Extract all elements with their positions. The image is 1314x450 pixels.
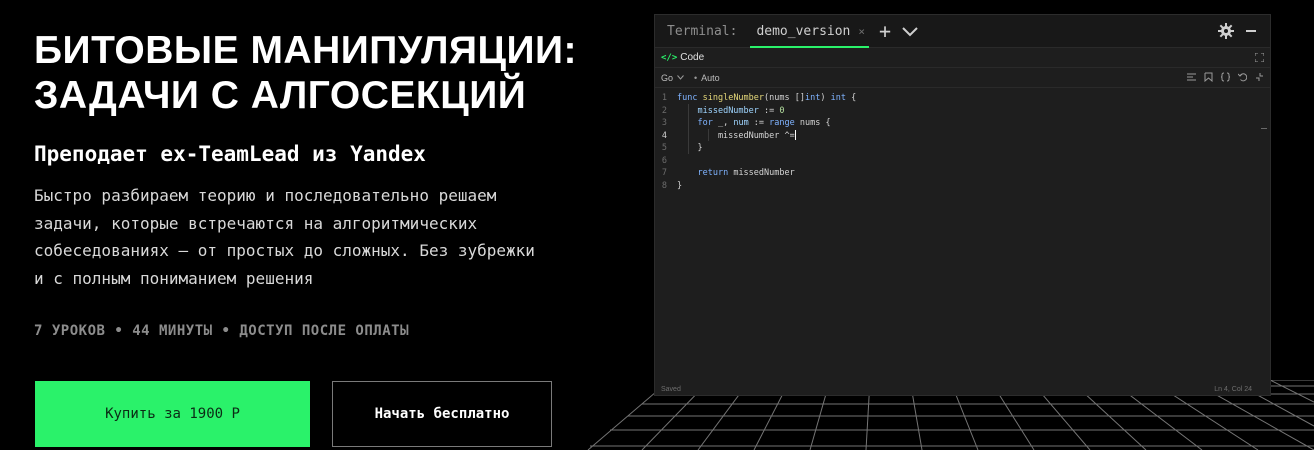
- code-editor[interactable]: 1 func singleNumber(nums []int) int { 2 …: [655, 88, 1270, 192]
- code-line: 7 return missedNumber: [661, 168, 795, 178]
- list-icon[interactable]: [1187, 72, 1196, 82]
- code-line: 2 missedNumber := 0: [661, 105, 785, 116]
- code-line-active: 4 missedNumber ^=: [661, 130, 796, 141]
- buy-button[interactable]: Купить за 1900 Р: [35, 381, 310, 447]
- code-line: 5 }: [661, 143, 703, 153]
- indent-guide: [708, 129, 709, 141]
- start-free-button[interactable]: Начать бесплатно: [332, 381, 552, 447]
- page-title: БИТОВЫЕ МАНИПУЛЯЦИИ: ЗАДАЧИ С АЛГОСЕКЦИЙ: [34, 28, 614, 118]
- editor-statusbar: Saved Ln 4, Col 24: [655, 383, 1270, 395]
- braces-icon[interactable]: [1221, 72, 1230, 82]
- editor-actions: [1187, 72, 1264, 82]
- language-select[interactable]: Go: [661, 73, 673, 83]
- indent-guide: [688, 104, 689, 154]
- format-mode[interactable]: Auto: [694, 73, 720, 83]
- title-line-1: БИТОВЫЕ МАНИПУЛЯЦИИ:: [34, 29, 578, 72]
- chevron-down-icon[interactable]: [901, 24, 919, 38]
- terminal-window: Terminal: demo_version × + </> Code Go •…: [654, 14, 1271, 396]
- instructor-subtitle: Преподает ex-TeamLead из Yandex: [34, 142, 426, 166]
- bookmark-icon[interactable]: [1204, 72, 1213, 82]
- code-line: 8 }: [661, 180, 683, 191]
- hero-section: БИТОВЫЕ МАНИПУЛЯЦИИ: ЗАДАЧИ С АЛГОСЕКЦИЙ…: [34, 28, 614, 292]
- terminal-label: Terminal:: [667, 23, 738, 39]
- code-line: 1 func singleNumber(nums []int) int {: [661, 93, 857, 103]
- collapse-icon[interactable]: [1255, 72, 1264, 82]
- tab-label: demo_version: [756, 23, 851, 39]
- title-line-2: ЗАДАЧИ С АЛГОСЕКЦИЙ: [34, 74, 527, 117]
- chevron-down-icon[interactable]: [677, 75, 684, 80]
- saved-status: Saved: [661, 385, 681, 393]
- text-cursor: [794, 130, 796, 140]
- close-icon[interactable]: ×: [858, 25, 865, 38]
- undo-icon[interactable]: [1238, 72, 1247, 82]
- scrollbar-marker[interactable]: [1261, 128, 1267, 129]
- code-line: 3 for _, num := range nums {: [661, 118, 831, 128]
- code-line: 6: [661, 155, 667, 166]
- terminal-titlebar: Terminal: demo_version × +: [655, 15, 1270, 48]
- tab-demo-version[interactable]: demo_version ×: [750, 15, 869, 48]
- expand-icon[interactable]: [1255, 53, 1264, 62]
- code-panel-title: Code: [680, 52, 705, 63]
- editor-toolbar: Go Auto: [655, 68, 1270, 88]
- cursor-position: Ln 4, Col 24: [1214, 385, 1252, 393]
- minimize-icon[interactable]: [1246, 30, 1256, 32]
- code-panel-header: </> Code: [655, 48, 1270, 68]
- plus-icon[interactable]: +: [879, 21, 891, 41]
- course-description: Быстро разбираем теорию и последовательн…: [34, 186, 535, 288]
- course-meta: 7 УРОКОВ • 44 МИНУТЫ • ДОСТУП ПОСЛЕ ОПЛА…: [34, 323, 410, 339]
- gear-icon[interactable]: [1218, 23, 1234, 39]
- code-icon: </>: [661, 52, 678, 63]
